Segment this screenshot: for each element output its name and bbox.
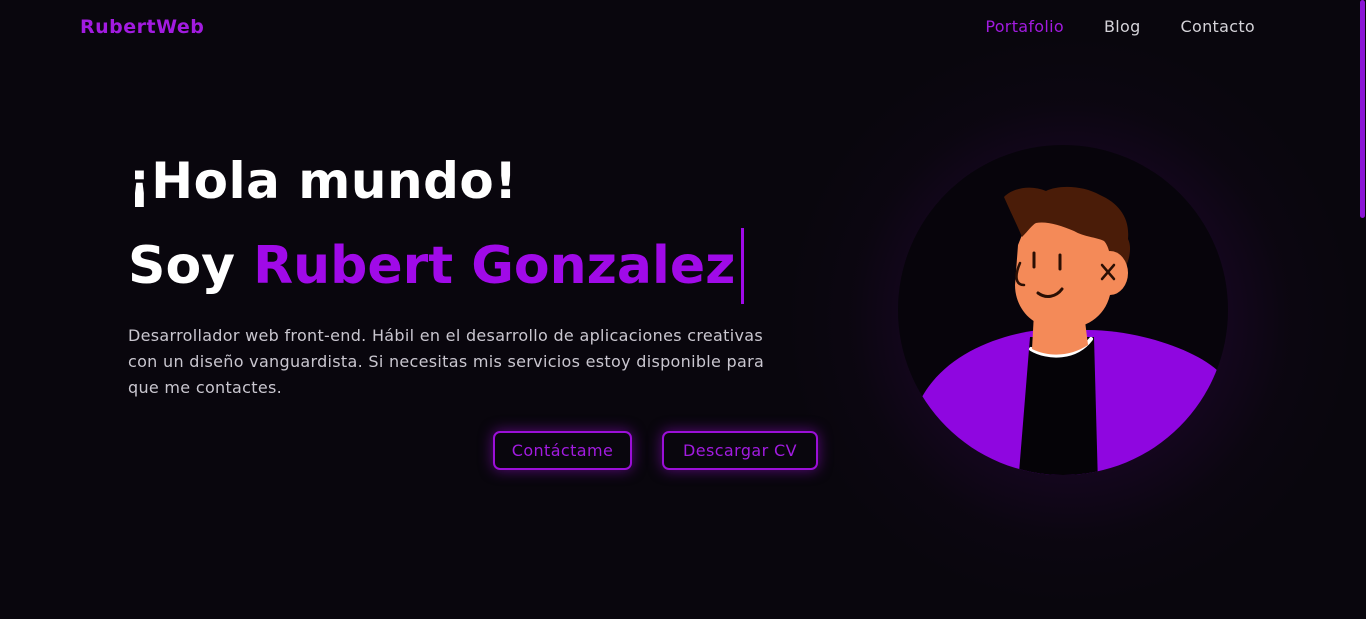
avatar: [898, 145, 1228, 475]
hero-name: Rubert Gonzalez: [253, 236, 736, 296]
contact-button[interactable]: Contáctame: [493, 431, 632, 470]
typing-caret: [741, 228, 745, 304]
nav-item-contacto[interactable]: Contacto: [1181, 17, 1255, 36]
site-logo[interactable]: RubertWeb: [80, 16, 204, 38]
scrollbar-thumb[interactable]: [1360, 0, 1365, 218]
hero-description: Desarrollador web front-end. Hábil en el…: [128, 326, 765, 397]
download-cv-button[interactable]: Descargar CV: [662, 431, 818, 470]
person-illustration-icon: [898, 145, 1228, 475]
hero-intro: Soy Rubert Gonzalez: [128, 228, 745, 304]
nav-item-portafolio[interactable]: Portafolio: [985, 17, 1064, 36]
main-nav: Portafolio Blog Contacto: [985, 17, 1255, 36]
hero-intro-prefix: Soy: [128, 236, 236, 296]
nav-item-blog[interactable]: Blog: [1104, 17, 1141, 36]
page: RubertWeb Portafolio Blog Contacto ¡Hola…: [0, 0, 1366, 619]
scrollbar-track[interactable]: [1358, 0, 1366, 619]
hero-greeting: ¡Hola mundo!: [128, 152, 518, 210]
